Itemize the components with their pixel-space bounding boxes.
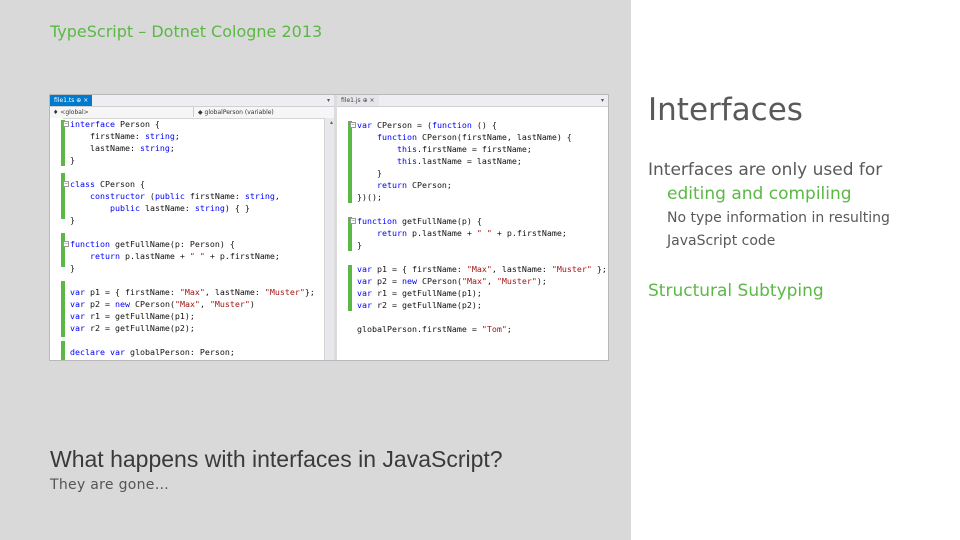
change-marker	[348, 121, 352, 203]
tab-dropdown-icon[interactable]: ▾	[601, 95, 604, 106]
code-line: var p2 = new CPerson("Max", "Muster");	[357, 276, 547, 286]
tab-label: file1.ts	[54, 97, 75, 104]
tab-file1-js[interactable]: file1.js ⊕ ×	[337, 95, 379, 106]
code-line: var r2 = getFullName(p2);	[357, 300, 482, 310]
scroll-up-icon[interactable]: ▴	[330, 119, 333, 126]
code-line: var r1 = getFullName(p1);	[357, 288, 482, 298]
question-heading: What happens with interfaces in JavaScri…	[50, 446, 503, 472]
sub-bullet-text: No type information in resulting	[667, 210, 890, 226]
right-panel	[631, 0, 960, 540]
slide-title: Interfaces	[648, 92, 803, 128]
answer-text: They are gone…	[50, 477, 170, 493]
change-marker	[61, 233, 65, 267]
code-line: var r1 = getFullName(p1);	[70, 311, 195, 321]
code-area[interactable]: − − var CPerson = (function () { functio…	[337, 107, 608, 360]
code-line: var CPerson = (function () {	[357, 120, 497, 130]
code-line: return p.lastName + " " + p.firstName;	[89, 251, 280, 261]
code-line: })();	[357, 192, 382, 202]
tab-dropdown-icon[interactable]: ▾	[327, 95, 330, 106]
code-line: this.lastName = lastName;	[396, 156, 522, 166]
code-line: }	[357, 240, 362, 250]
collapse-icon[interactable]: −	[63, 121, 69, 127]
code-area[interactable]: − − − interface Person { firstName: stri…	[50, 118, 334, 360]
code-line: function getFullName(p: Person) {	[70, 239, 235, 249]
code-line: class CPerson {	[70, 179, 145, 189]
change-marker	[61, 341, 65, 360]
code-line: firstName: string;	[70, 131, 180, 141]
bullet-highlight: editing and compiling	[667, 184, 852, 204]
code-line: }	[357, 168, 382, 178]
code-line: var r2 = getFullName(p2);	[70, 323, 195, 333]
code-line: globalPerson.firstName = "Tom";	[357, 324, 512, 334]
code-line: declare var globalPerson: Person;	[70, 347, 235, 357]
code-line: globalPerson.firstName = "Tom";	[70, 358, 225, 360]
code-line: }	[70, 263, 75, 273]
bullet-highlight: Structural Subtyping	[648, 281, 824, 301]
code-line: }	[70, 155, 75, 165]
code-line: var p1 = { firstName: "Max", lastName: "…	[70, 287, 315, 297]
vertical-scrollbar[interactable]: ▴	[324, 118, 334, 360]
tab-pin-close-icon[interactable]: ⊕ ×	[76, 97, 88, 104]
tab-strip: file1.js ⊕ × ▾	[337, 95, 608, 107]
collapse-icon[interactable]: −	[63, 181, 69, 187]
code-line: function getFullName(p) {	[357, 216, 482, 226]
code-line: return CPerson;	[376, 180, 452, 190]
editor-screenshot: file1.ts ⊕ × ▾ ♦ <global> ◆ globalPerson…	[49, 94, 609, 361]
code-line: this.firstName = firstName;	[396, 144, 532, 154]
editor-pane-javascript: file1.js ⊕ × ▾ − − var CPerson = (functi…	[337, 95, 608, 360]
tab-label: file1.js	[341, 97, 361, 104]
code-line: var p1 = { firstName: "Max", lastName: "…	[357, 264, 607, 274]
collapse-icon[interactable]: −	[63, 241, 69, 247]
change-marker	[61, 173, 65, 219]
tab-strip: file1.ts ⊕ × ▾	[50, 95, 334, 107]
member-dropdown[interactable]: ◆ globalPerson (variable)	[198, 107, 274, 118]
conference-label: TypeScript – Dotnet Cologne 2013	[50, 22, 323, 41]
code-line: }	[70, 215, 75, 225]
tab-pin-close-icon[interactable]: ⊕ ×	[363, 97, 375, 104]
sub-bullet-text: JavaScript code	[667, 233, 776, 249]
collapse-icon[interactable]: −	[350, 218, 356, 224]
collapse-icon[interactable]: −	[350, 122, 356, 128]
code-line: return p.lastName + " " + p.firstName;	[376, 228, 567, 238]
code-line: var p2 = new CPerson("Max", "Muster")	[70, 299, 255, 309]
code-line: function CPerson(firstName, lastName) {	[376, 132, 572, 142]
editor-pane-typescript: file1.ts ⊕ × ▾ ♦ <global> ◆ globalPerson…	[50, 95, 334, 360]
code-line: interface Person {	[70, 119, 160, 129]
change-marker	[61, 281, 65, 337]
change-marker	[348, 265, 352, 311]
tab-file1-ts[interactable]: file1.ts ⊕ ×	[50, 95, 93, 106]
code-line: lastName: string;	[70, 143, 175, 153]
code-line: constructor (public firstName: string,	[89, 191, 280, 201]
bullet-text: Interfaces are only used for	[648, 160, 883, 180]
code-line: public lastName: string) { }	[109, 203, 250, 213]
scope-dropdown[interactable]: ♦ <global>	[53, 107, 194, 117]
